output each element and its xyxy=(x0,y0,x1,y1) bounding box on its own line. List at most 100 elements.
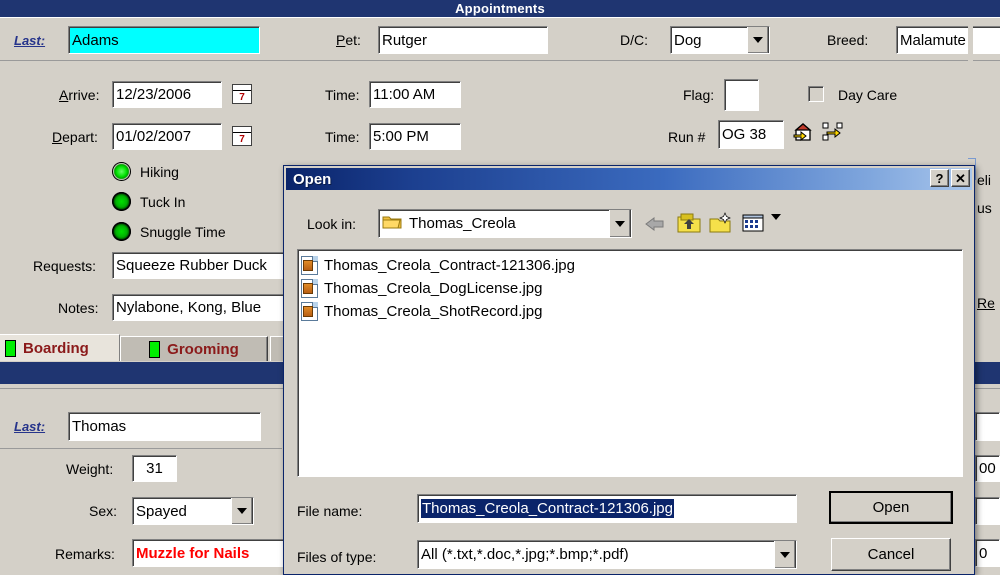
depart-label: Depart: xyxy=(52,129,98,145)
last-name-value: Adams xyxy=(72,31,119,49)
client-row: Last: Adams Pet: Rutger D/C: Dog Breed: … xyxy=(0,21,1000,61)
remarks-value: Muzzle for Nails xyxy=(136,544,250,562)
flag-label: Flag: xyxy=(683,87,715,103)
pet-panel-divider xyxy=(0,448,282,449)
daycare-checkbox[interactable] xyxy=(808,86,824,102)
snuggle-time-label: Snuggle Time xyxy=(140,223,226,240)
service-option-snuggle-time[interactable]: Snuggle Time xyxy=(112,222,226,241)
tuck-in-label: Tuck In xyxy=(140,193,186,210)
dialog-titlebar[interactable]: Open ? ✕ xyxy=(286,168,972,190)
pet-value: Rutger xyxy=(382,31,428,49)
right-edge-clip-1: eli xyxy=(977,172,992,188)
views-dropdown-arrow[interactable] xyxy=(771,214,781,235)
sex-value: Spayed xyxy=(136,502,187,520)
up-one-level-icon[interactable] xyxy=(676,211,702,235)
weight-input[interactable]: 31 xyxy=(132,455,177,482)
views-icon[interactable] xyxy=(741,211,767,235)
dc-combo-arrow[interactable] xyxy=(747,27,769,53)
list-item[interactable]: Thomas_Creola_DogLicense.jpg xyxy=(298,277,962,300)
dc-value: Dog xyxy=(674,31,702,49)
breed-value: Malamute xyxy=(900,31,966,49)
list-item[interactable]: Thomas_Creola_ShotRecord.jpg xyxy=(298,300,962,323)
lookin-value: Thomas_Creola xyxy=(409,215,516,232)
pet-last-name-value: Thomas xyxy=(72,418,127,435)
app-title: Appointments xyxy=(455,1,545,16)
right-edge-field-3[interactable] xyxy=(975,497,1000,525)
right-edge-field-2[interactable]: 00 xyxy=(975,455,1000,482)
tab-grooming[interactable]: Grooming xyxy=(120,336,268,361)
depart-time-input[interactable]: 5:00 PM xyxy=(369,123,461,150)
filetype-combo[interactable]: All (*.txt,*.doc,*.jpg;*.bmp;*.pdf) xyxy=(417,540,797,569)
file-name: Thomas_Creola_ShotRecord.jpg xyxy=(324,303,543,320)
breed-label: Breed: xyxy=(827,32,869,48)
arrive-time-value: 11:00 AM xyxy=(373,86,436,103)
depart-time-value: 5:00 PM xyxy=(373,128,429,145)
remarks-input[interactable]: Muzzle for Nails xyxy=(132,539,292,567)
service-option-tuck-in[interactable]: Tuck In xyxy=(112,192,185,211)
daycare-label: Day Care xyxy=(838,87,898,103)
arrive-date-input[interactable]: 12/23/2006 xyxy=(112,81,222,108)
depart-calendar-icon[interactable]: 7 xyxy=(232,126,252,146)
grooming-status-led-icon xyxy=(149,340,161,358)
arrive-time-label: Time: xyxy=(325,87,360,103)
remarks-label: Remarks: xyxy=(55,546,115,562)
pet-last-name-label[interactable]: Last: xyxy=(14,419,45,434)
arrive-calendar-icon[interactable]: 7 xyxy=(232,84,252,104)
close-icon[interactable]: ✕ xyxy=(951,169,970,187)
cancel-button[interactable]: Cancel xyxy=(831,538,951,571)
last-name-input[interactable]: Adams xyxy=(68,26,260,54)
file-list[interactable]: Thomas_Creola_Contract-121306.jpg Thomas… xyxy=(297,249,963,477)
pet-input[interactable]: Rutger xyxy=(378,26,548,54)
weight-label: Weight: xyxy=(66,461,114,477)
hiking-radio-icon[interactable] xyxy=(112,162,131,181)
folder-icon xyxy=(382,214,402,234)
arrive-label: Arrive: xyxy=(59,87,100,103)
run-assign-icon[interactable] xyxy=(790,120,816,144)
hiking-label: Hiking xyxy=(140,163,179,180)
run-input[interactable]: OG 38 xyxy=(718,120,784,149)
filetype-combo-arrow[interactable] xyxy=(774,541,796,568)
filename-input[interactable]: Thomas_Creola_Contract-121306.jpg xyxy=(417,494,797,523)
lookin-combo[interactable]: Thomas_Creola xyxy=(378,209,632,238)
help-icon[interactable]: ? xyxy=(930,169,949,187)
app-titlebar: Appointments xyxy=(0,0,1000,17)
sex-label: Sex: xyxy=(89,503,118,519)
tuck-in-radio-icon[interactable] xyxy=(112,192,131,211)
run-label: Run # xyxy=(668,129,706,145)
filename-label: File name: xyxy=(297,503,363,519)
file-name: Thomas_Creola_DogLicense.jpg xyxy=(324,280,543,297)
last-name-label[interactable]: Last: xyxy=(14,33,45,48)
right-edge-clip-3: Re xyxy=(977,295,995,311)
list-item[interactable]: Thomas_Creola_Contract-121306.jpg xyxy=(298,254,962,277)
lookin-label: Look in: xyxy=(307,216,357,232)
right-edge-clip-2: us xyxy=(977,200,992,216)
right-edge-field-1[interactable] xyxy=(975,412,1000,441)
sex-combo-arrow[interactable] xyxy=(231,498,253,524)
new-folder-icon[interactable] xyxy=(708,211,734,235)
dc-combo[interactable]: Dog xyxy=(670,26,770,54)
depart-date-value: 01/02/2007 xyxy=(116,128,192,145)
tab-boarding-label: Boarding xyxy=(23,339,89,357)
run-move-icon[interactable] xyxy=(820,120,846,144)
back-icon[interactable] xyxy=(642,212,668,236)
tab-grooming-label: Grooming xyxy=(167,340,239,358)
depart-date-input[interactable]: 01/02/2007 xyxy=(112,123,222,150)
arrive-time-input[interactable]: 11:00 AM xyxy=(369,81,461,108)
weight-value: 31 xyxy=(146,460,163,477)
requests-value: Squeeze Rubber Duck xyxy=(116,257,267,274)
lookin-combo-arrow[interactable] xyxy=(609,210,631,237)
jpeg-file-icon xyxy=(301,279,318,298)
requests-label: Requests: xyxy=(33,258,97,274)
cancel-button-label: Cancel xyxy=(867,546,915,563)
dc-label: D/C: xyxy=(620,32,648,48)
pet-last-name-input[interactable]: Thomas xyxy=(68,412,261,441)
tab-boarding[interactable]: Boarding xyxy=(0,334,120,361)
snuggle-time-radio-icon[interactable] xyxy=(112,222,131,241)
right-edge-field-4[interactable]: 0 xyxy=(975,539,1000,567)
sex-combo[interactable]: Spayed xyxy=(132,497,254,525)
notes-value: Nylabone, Kong, Blue xyxy=(116,299,262,316)
open-button[interactable]: Open xyxy=(829,491,953,524)
flag-input[interactable] xyxy=(724,79,759,111)
service-option-hiking[interactable]: Hiking xyxy=(112,162,179,181)
arrive-date-value: 12/23/2006 xyxy=(116,86,192,103)
